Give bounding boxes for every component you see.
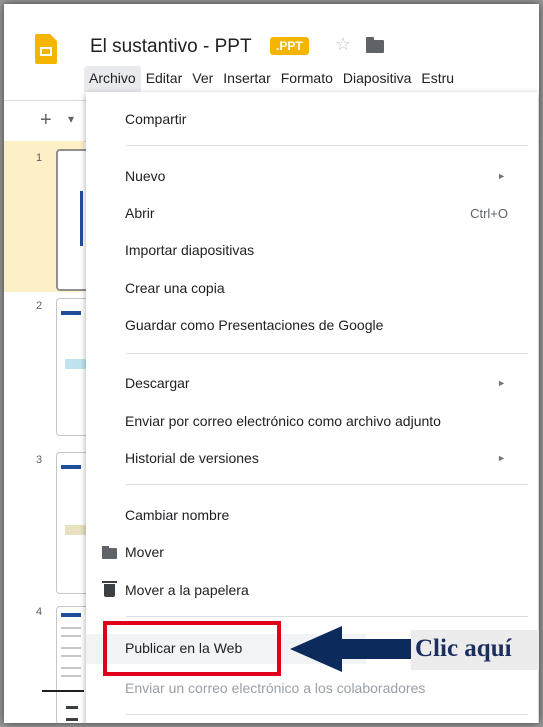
slide-number: 3 [36, 454, 43, 466]
menu-ver[interactable]: Ver [187, 66, 218, 92]
shortcut-label: Ctrl+O [470, 206, 508, 221]
menu-item-enviar-colaboradores: Enviar un correo electrónico a los colab… [125, 680, 426, 696]
trash-icon [102, 581, 117, 597]
slide-number: 4 [36, 606, 43, 618]
slides-logo-icon[interactable] [35, 34, 57, 64]
menu-archivo[interactable]: Archivo [84, 66, 141, 92]
menu-item-guardar-como[interactable]: Guardar como Presentaciones de Google [86, 311, 538, 341]
folder-icon [102, 546, 117, 559]
menu-item-nuevo[interactable]: Nuevo ► [86, 162, 538, 192]
callout-label: Clic aquí [415, 635, 512, 662]
star-icon[interactable]: ☆ [335, 34, 351, 55]
submenu-arrow-icon: ► [497, 378, 506, 388]
new-slide-button[interactable]: + [40, 109, 52, 132]
submenu-arrow-icon: ► [497, 171, 506, 181]
app-window: El sustantivo - PPT .PPT ☆ Archivo Edita… [4, 4, 539, 723]
menu-item-historial[interactable]: Historial de versiones ► [86, 444, 538, 474]
menu-separator [126, 353, 528, 354]
menu-separator [126, 145, 528, 146]
arrow-left-icon [290, 626, 342, 672]
grid-view-icon[interactable] [66, 706, 78, 721]
menu-item-mover[interactable]: Mover [86, 538, 538, 568]
submenu-arrow-icon: ► [497, 453, 506, 463]
document-title[interactable]: El sustantivo - PPT [90, 36, 252, 58]
slide-number: 2 [36, 300, 43, 312]
menu-separator [126, 616, 528, 617]
highlight-box [103, 621, 281, 676]
menu-diapositiva[interactable]: Diapositiva [338, 66, 416, 92]
slide-number: 1 [36, 152, 43, 164]
view-tab-indicator [42, 690, 84, 692]
folder-icon[interactable] [366, 37, 384, 53]
slide-row-2[interactable]: 2 [4, 298, 98, 438]
menu-item-enviar-adjunto[interactable]: Enviar por correo electrónico como archi… [86, 407, 538, 437]
slide-row-1[interactable]: 1 [4, 141, 100, 292]
menu-formato[interactable]: Formato [276, 66, 338, 92]
file-type-badge: .PPT [270, 37, 309, 55]
menu-insertar[interactable]: Insertar [218, 66, 275, 92]
slide-filmstrip: 1 2 3 4 [4, 141, 100, 723]
menu-item-importar[interactable]: Importar diapositivas [86, 236, 538, 266]
menu-editar[interactable]: Editar [141, 66, 188, 92]
menu-separator [126, 714, 528, 715]
menu-item-abrir[interactable]: Abrir Ctrl+O [86, 199, 538, 229]
menu-item-compartir[interactable]: Compartir [86, 105, 538, 135]
arrow-shaft [341, 639, 411, 659]
menu-item-cambiar-nombre[interactable]: Cambiar nombre [86, 501, 538, 531]
menu-estructura[interactable]: Estru [416, 66, 459, 92]
menu-item-descargar[interactable]: Descargar ► [86, 369, 538, 399]
menu-separator [126, 484, 528, 485]
chevron-down-icon[interactable]: ▾ [68, 112, 74, 126]
menu-bar: Archivo Editar Ver Insertar Formato Diap… [84, 66, 459, 92]
slide-row-3[interactable]: 3 [4, 452, 98, 594]
menu-item-papelera[interactable]: Mover a la papelera [86, 576, 538, 606]
menu-item-crear-copia[interactable]: Crear una copia [86, 274, 538, 304]
